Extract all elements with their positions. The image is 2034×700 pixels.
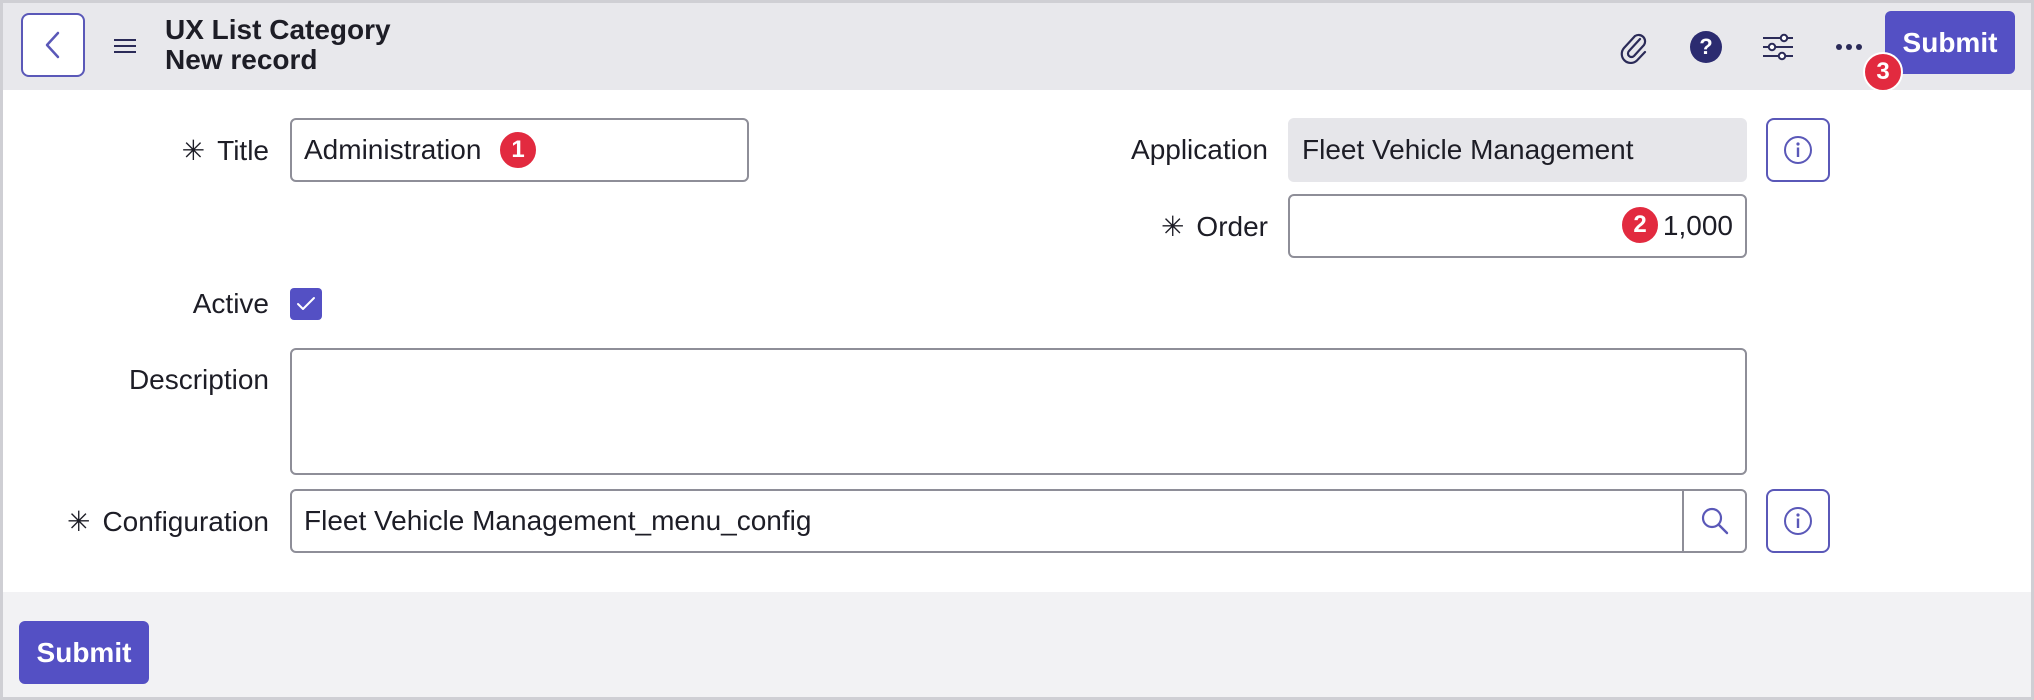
description-textarea[interactable] — [290, 348, 1747, 475]
svg-text:?: ? — [1699, 34, 1712, 59]
order-value: 1,000 — [1662, 210, 1733, 241]
info-icon — [1784, 136, 1812, 164]
back-button[interactable] — [21, 13, 85, 77]
title-label: Title — [217, 135, 269, 166]
checkmark-icon — [297, 297, 315, 310]
settings-sliders-icon — [1763, 33, 1793, 61]
form-header: UX List Category New record ? — [3, 3, 2031, 90]
application-value: Fleet Vehicle Management — [1302, 134, 1634, 165]
more-icon — [1836, 44, 1862, 50]
step-badge-3: 3 — [1863, 52, 1903, 92]
title-label-row: ✳ Title — [182, 134, 269, 167]
order-label: Order — [1196, 211, 1268, 242]
page-subtitle: New record — [165, 44, 318, 75]
configuration-lookup-button[interactable] — [1683, 489, 1747, 553]
configuration-value: Fleet Vehicle Management_menu_config — [304, 505, 812, 536]
more-options-button[interactable] — [1829, 27, 1869, 67]
personalize-form-button[interactable] — [1758, 27, 1798, 67]
submit-button-header[interactable]: Submit — [1885, 11, 2015, 74]
step-badge-2: 2 — [1620, 205, 1660, 245]
form-footer — [3, 592, 2031, 697]
step-badge-1: 1 — [498, 130, 538, 170]
hamburger-menu-icon — [114, 39, 136, 53]
required-asterisk-icon: ✳ — [66, 506, 91, 537]
configuration-input[interactable]: Fleet Vehicle Management_menu_config — [290, 489, 1684, 553]
order-label-row: ✳ Order — [1161, 210, 1268, 243]
search-icon — [1701, 507, 1728, 535]
help-button[interactable]: ? — [1686, 27, 1726, 67]
active-label: Active — [192, 288, 269, 319]
configuration-label: Configuration — [102, 506, 269, 537]
description-label: Description — [128, 364, 269, 395]
order-input[interactable]: 1,000 — [1288, 194, 1747, 258]
hamburger-menu-button[interactable] — [109, 31, 141, 61]
help-icon: ? — [1690, 31, 1722, 63]
required-asterisk-icon: ✳ — [181, 135, 206, 166]
back-icon — [45, 31, 60, 59]
record-title-block: UX List Category New record — [165, 15, 391, 75]
required-asterisk-icon: ✳ — [1160, 211, 1185, 242]
configuration-info-button[interactable] — [1766, 489, 1830, 553]
paperclip-icon — [1620, 33, 1647, 64]
application-label: Application — [1131, 134, 1268, 165]
application-info-button[interactable] — [1766, 118, 1830, 182]
title-value: Administration — [304, 134, 482, 165]
page-title: UX List Category — [165, 14, 391, 45]
submit-button-footer[interactable]: Submit — [19, 621, 149, 684]
info-icon — [1784, 507, 1812, 535]
application-field: Fleet Vehicle Management — [1288, 118, 1747, 182]
attachment-button[interactable] — [1613, 27, 1653, 67]
configuration-label-row: ✳ Configuration — [67, 505, 269, 538]
active-checkbox[interactable] — [290, 288, 322, 320]
